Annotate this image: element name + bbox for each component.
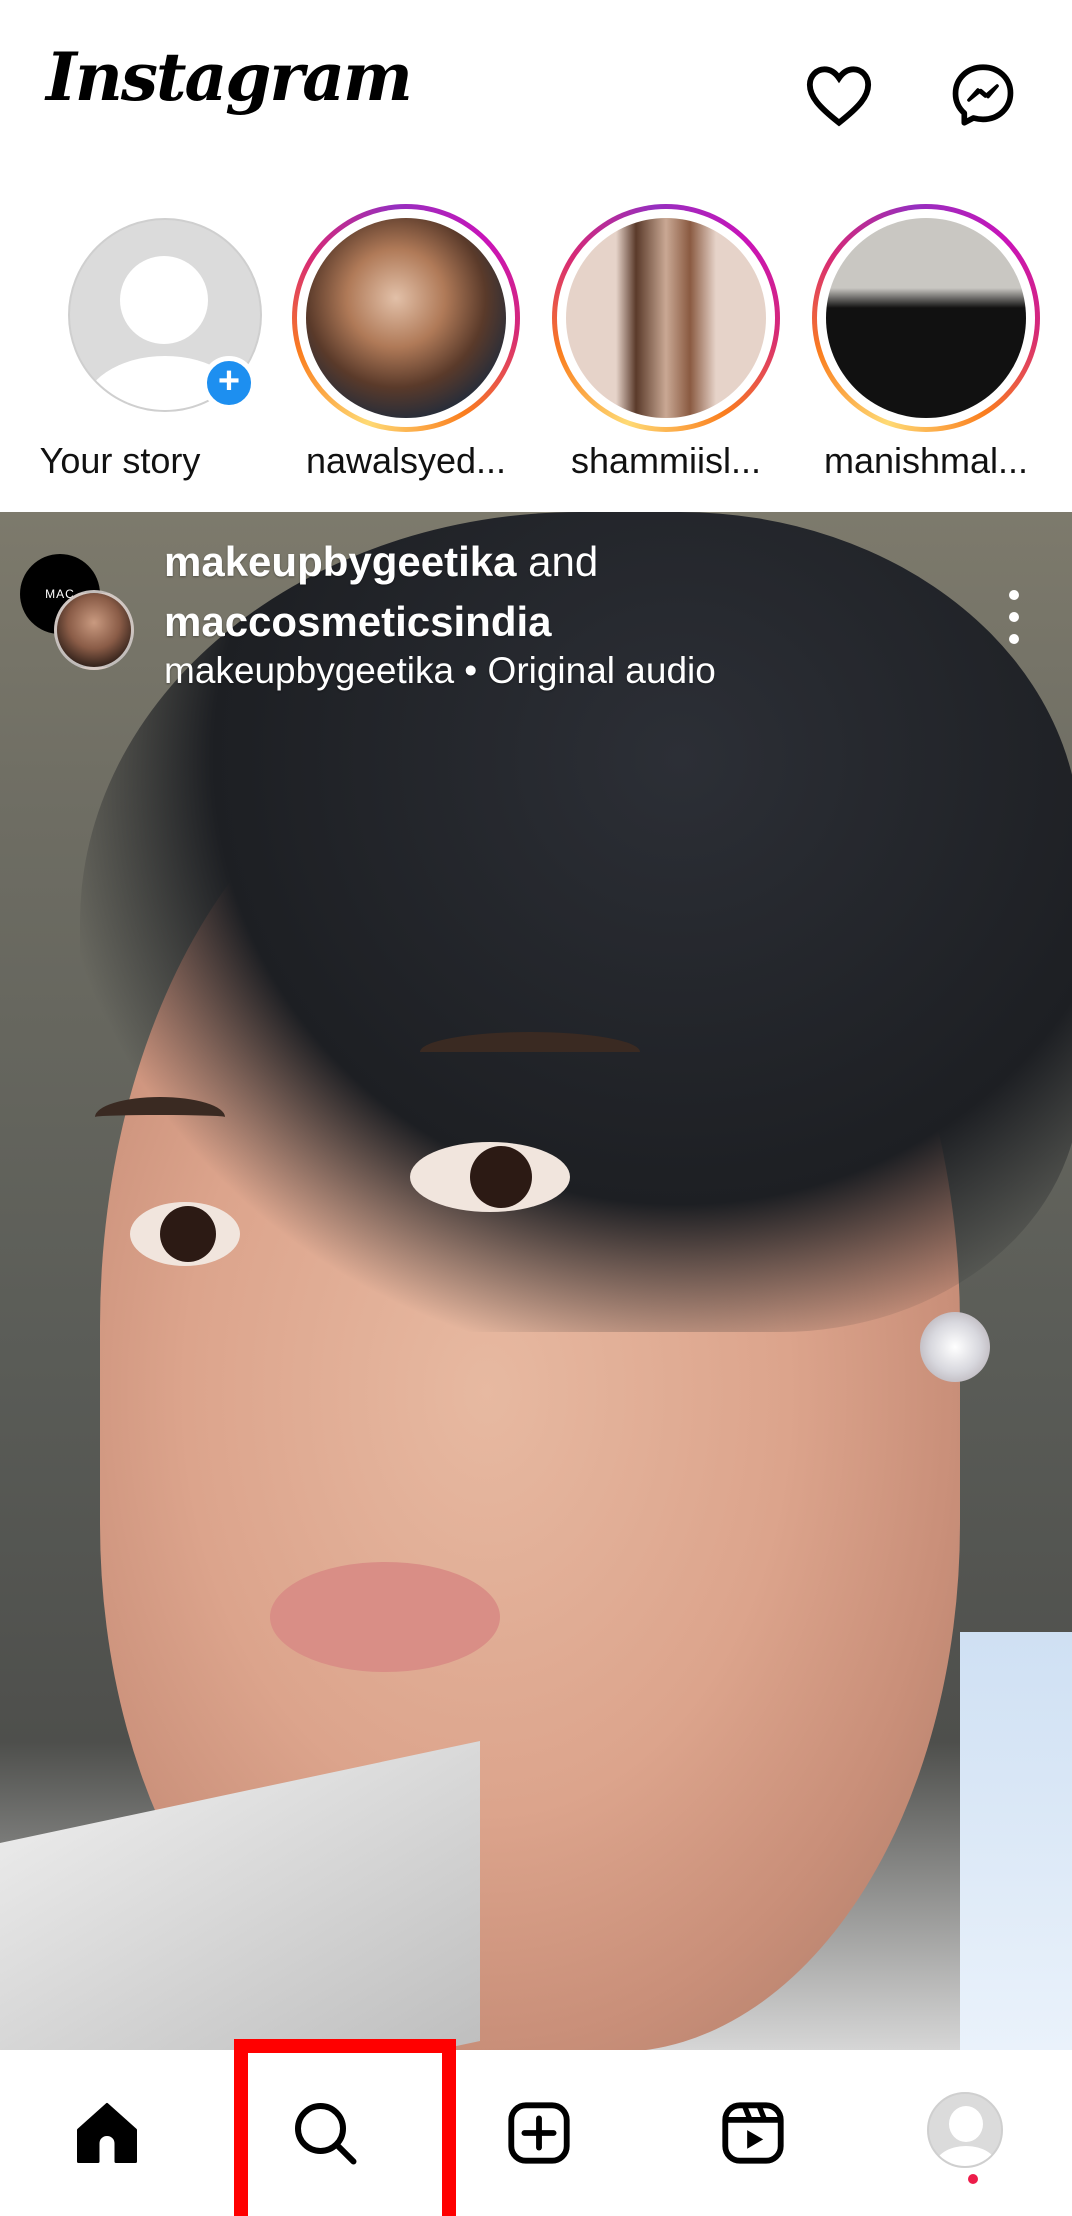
media-brow	[420, 1032, 640, 1072]
messenger-button[interactable]	[946, 58, 1020, 132]
story-label: Your story	[39, 440, 201, 481]
story-shammiisl[interactable]: shammiisl...	[546, 190, 786, 510]
feed-post[interactable]: MAC makeupbygeetika and maccosmeticsindi…	[0, 512, 1072, 2050]
more-options-button[interactable]	[996, 584, 1032, 650]
media-earring	[920, 1312, 990, 1382]
audio-attribution[interactable]: makeupbygeetika • Original audio	[164, 650, 716, 692]
more-dot-icon	[1009, 634, 1019, 644]
nav-profile[interactable]	[858, 2050, 1072, 2216]
story-avatar-photo	[566, 218, 766, 418]
nav-home[interactable]	[0, 2050, 214, 2216]
story-your-story[interactable]: + Your story	[22, 190, 262, 510]
story-manishmal[interactable]: manishmal...	[806, 190, 1046, 510]
story-ring	[292, 204, 520, 432]
profile-notification-dot	[968, 2174, 978, 2184]
author-secondary-link[interactable]: maccosmeticsindia	[164, 598, 552, 645]
media-eye	[410, 1142, 570, 1212]
story-label: manishmal...	[823, 440, 1029, 481]
media-eye	[130, 1202, 240, 1266]
story-ring	[552, 204, 780, 432]
reels-icon	[722, 2102, 784, 2164]
notifications-button[interactable]	[802, 58, 876, 132]
authors-joiner: and	[528, 538, 599, 585]
add-story-button[interactable]: +	[202, 356, 256, 410]
add-post-icon	[508, 2102, 570, 2164]
media-brow	[95, 1097, 225, 1137]
story-nawalsyed[interactable]: nawalsyed...	[286, 190, 526, 510]
story-ring	[812, 204, 1040, 432]
stories-tray[interactable]: + Your story nawalsyed... shammiisl... m…	[0, 190, 1072, 510]
avatar-head-shape	[120, 256, 208, 344]
top-header: Instagram	[0, 0, 1072, 190]
story-label: nawalsyed...	[305, 440, 507, 481]
nav-create[interactable]	[432, 2050, 646, 2216]
more-dot-icon	[1009, 612, 1019, 622]
story-avatar-photo	[306, 218, 506, 418]
nav-search[interactable]	[218, 2050, 432, 2216]
post-header: MAC makeupbygeetika and maccosmeticsindi…	[0, 512, 1072, 712]
post-authors: makeupbygeetika and maccosmeticsindia	[164, 532, 598, 652]
story-label: shammiisl...	[570, 440, 762, 481]
home-icon	[77, 2103, 137, 2163]
media-shirt	[960, 1632, 1072, 2050]
media-lips	[270, 1562, 500, 1672]
bottom-navigation	[0, 2050, 1072, 2216]
heart-icon	[806, 66, 872, 127]
messenger-icon	[952, 64, 1014, 126]
instagram-logo[interactable]: Instagram	[46, 38, 413, 116]
more-dot-icon	[1009, 590, 1019, 600]
nav-reels[interactable]	[646, 2050, 860, 2216]
search-icon	[295, 2103, 357, 2165]
story-avatar-photo	[826, 218, 1026, 418]
author-primary-link[interactable]: makeupbygeetika	[164, 538, 517, 585]
profile-avatar-icon	[927, 2092, 1003, 2168]
author-avatar[interactable]	[54, 590, 134, 670]
post-media[interactable]	[0, 512, 1072, 2050]
